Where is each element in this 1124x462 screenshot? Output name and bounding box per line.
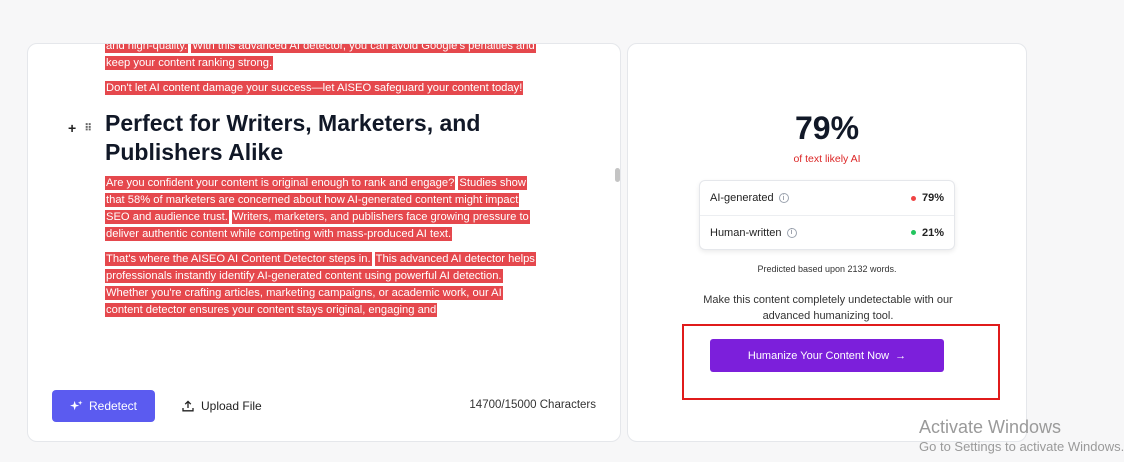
redetect-label: Redetect — [88, 399, 138, 413]
status-dot-icon — [910, 195, 916, 201]
stat-label: AI-generated — [710, 192, 774, 204]
stat-row-human-written: Human-written i 21% — [700, 215, 954, 249]
windows-activation-watermark: Activate Windows Go to Settings to activ… — [919, 416, 1124, 456]
humanize-label: Humanize Your Content Now — [747, 349, 890, 362]
character-count: 14700/15000 Characters — [469, 399, 596, 411]
prediction-note: Predicted based upon 2132 words. — [757, 264, 897, 274]
result-panel: 79% of text likely AI AI-generated i 79%… — [627, 43, 1027, 442]
text-editor[interactable]: and high-quality. With this advanced AI … — [28, 44, 620, 352]
ai-percentage: 79% — [794, 110, 860, 146]
upload-label: Upload File — [201, 399, 262, 413]
editor-scrollbar-thumb[interactable] — [615, 168, 620, 182]
highlighted-sentence[interactable]: Don't let AI content damage your success… — [105, 81, 524, 95]
stat-label: Human-written — [710, 226, 782, 239]
paragraph-group-bottom: Are you confident your content is origin… — [105, 175, 536, 319]
humanize-button[interactable]: Humanize Your Content Now → — [710, 339, 944, 372]
stat-row-ai-generated: AI-generated i 79% — [700, 181, 954, 215]
add-block-icon[interactable]: + — [68, 114, 76, 143]
info-icon[interactable]: i — [778, 193, 789, 203]
upload-icon — [182, 400, 194, 412]
highlighted-sentence[interactable]: That's where the AISEO AI Content Detect… — [105, 252, 372, 266]
redetect-button[interactable]: Redetect — [52, 390, 155, 422]
highlighted-sentence[interactable]: and high-quality. — [105, 44, 189, 53]
editor-paragraph[interactable]: Don't let AI content damage your success… — [105, 80, 535, 97]
status-dot-icon — [910, 230, 916, 235]
editor-heading[interactable]: + ⠿ Perfect for Writers, Marketers, and … — [68, 109, 535, 167]
highlighted-sentence[interactable]: Whether you're crafting articles, market… — [105, 286, 503, 317]
info-icon[interactable]: i — [786, 227, 797, 238]
stats-card: AI-generated i 79% Human-written i 21% — [699, 180, 955, 250]
watermark-title: Activate Windows — [919, 417, 1062, 437]
paragraph-group-top: and high-quality. With this advanced AI … — [105, 44, 536, 97]
heading-tools: + ⠿ — [68, 114, 92, 143]
heading-text: Perfect for Writers, Marketers, and Publ… — [105, 110, 481, 165]
arrow-right-icon: → — [895, 349, 907, 362]
editor-content: and high-quality. With this advanced AI … — [68, 44, 536, 327]
drag-handle-icon[interactable]: ⠿ — [84, 114, 92, 143]
editor-paragraph[interactable]: That's where the AISEO AI Content Detect… — [105, 251, 536, 319]
editor-paragraph[interactable]: Are you confident your content is origin… — [105, 175, 535, 243]
highlighted-sentence[interactable]: Are you confident your content is origin… — [105, 176, 456, 190]
sparkle-icon — [69, 399, 83, 410]
watermark-subtitle: Go to Settings to activate Windows. — [919, 439, 1124, 454]
editor-bottom-mask — [28, 344, 620, 354]
upload-file-button[interactable]: Upload File — [182, 394, 262, 418]
stat-value: 21% — [921, 226, 944, 239]
editor-panel: and high-quality. With this advanced AI … — [27, 43, 621, 442]
editor-paragraph[interactable]: and high-quality. With this advanced AI … — [105, 44, 536, 72]
stat-value: 79% — [921, 192, 944, 204]
humanize-cta-text: Make this content completely undetectabl… — [703, 294, 953, 322]
ai-percentage-label: of text likely AI — [793, 153, 861, 165]
